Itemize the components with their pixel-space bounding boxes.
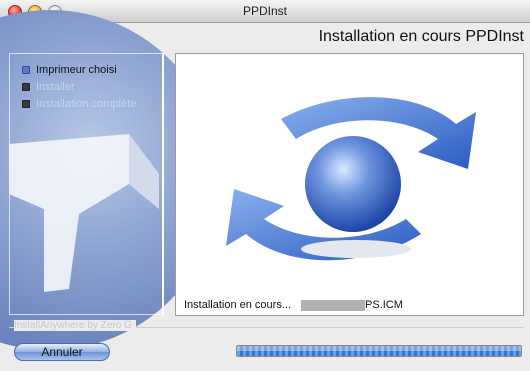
progress-shine: [237, 346, 521, 351]
redacted-path: [301, 299, 366, 311]
status-file: PS.ICM: [365, 299, 403, 311]
header: Installation en cours PPDInst: [0, 23, 530, 53]
step-label: Imprimeur choisi: [36, 64, 117, 76]
progress-bar: [236, 345, 522, 357]
installer-window: PPDInst Installation en cours PPDInst Im…: [0, 0, 530, 371]
install-arrows-icon: [226, 97, 476, 261]
main-panel: Installation en cours... PS.ICM: [175, 53, 524, 316]
status-line: Installation en cours... PS.ICM: [184, 299, 403, 311]
plug-graphic: [9, 134, 159, 292]
step-item-printer-chosen: Imprimeur choisi: [22, 64, 117, 76]
steps-sidebar: Imprimeur choisi Installer Installation …: [9, 53, 164, 315]
page-title: Installation en cours PPDInst: [318, 28, 524, 45]
step-item-install: Installer: [22, 81, 75, 93]
brand-label: InstallAnywhere by Zero G: [14, 320, 136, 331]
step-bullet-icon: [22, 100, 30, 108]
step-label: Installer: [36, 81, 75, 93]
step-bullet-icon: [22, 66, 30, 74]
step-bullet-icon: [22, 83, 30, 91]
step-label: Installation complète: [36, 98, 137, 110]
cancel-button[interactable]: Annuler: [14, 343, 110, 361]
status-text: Installation en cours...: [184, 299, 292, 311]
step-item-install-complete: Installation complète: [22, 98, 136, 110]
